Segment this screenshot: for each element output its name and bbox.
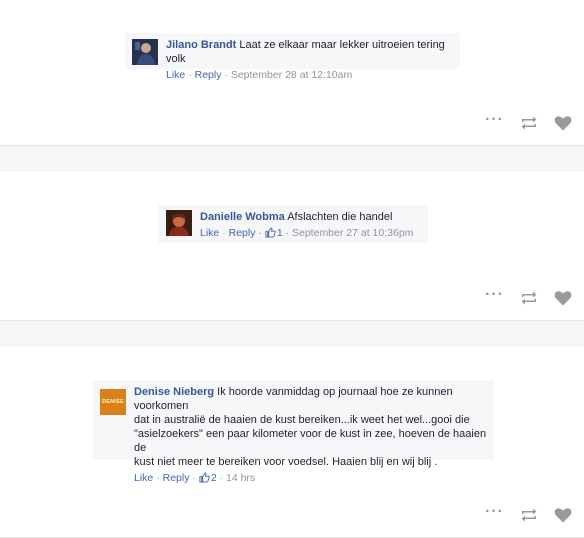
comment-author[interactable]: Denise Nieberg (134, 386, 214, 398)
like-link[interactable]: Like (134, 472, 153, 484)
avatar[interactable] (132, 39, 158, 65)
retweet-icon[interactable] (520, 508, 538, 522)
avatar-text: DENISE (102, 399, 124, 405)
feed-separator (0, 320, 584, 348)
retweet-icon[interactable] (520, 116, 538, 130)
comment-timestamp[interactable]: September 27 at 10:36pm (292, 227, 413, 239)
post-card: Danielle Wobma Afslachten die handel Lik… (0, 172, 584, 320)
comment-text: Afslachten die handel (287, 211, 393, 223)
post-actions: ··· (469, 286, 572, 308)
reply-link[interactable]: Reply (163, 472, 190, 484)
comment-author[interactable]: Danielle Wobma (200, 211, 285, 223)
like-count[interactable]: 1 (265, 227, 283, 239)
more-icon[interactable]: ··· (485, 111, 504, 129)
comment-text-line: kust niet meer te bereiken voor voedsel.… (134, 456, 438, 468)
like-link[interactable]: Like (166, 69, 185, 81)
avatar[interactable] (166, 210, 192, 236)
like-count[interactable]: 2 (199, 472, 217, 484)
thumbs-up-icon (265, 227, 276, 238)
comment-timestamp[interactable]: September 28 at 12:10am (231, 69, 352, 81)
more-icon[interactable]: ··· (485, 503, 504, 521)
avatar[interactable]: DENISE (100, 389, 126, 415)
comment-author[interactable]: Jilano Brandt (166, 39, 236, 51)
comment-text-line: "asielzoekers" een paar kilometer voor d… (134, 428, 487, 454)
more-icon[interactable]: ··· (485, 286, 504, 304)
post-card: Jilano Brandt Laat ze elkaar maar lekker… (0, 0, 584, 145)
comment: DENISE Denise Nieberg Ik hoorde vanmidda… (93, 380, 494, 484)
comment: Danielle Wobma Afslachten die handel Lik… (158, 205, 428, 243)
comment-timestamp[interactable]: 14 hrs (226, 472, 255, 484)
heart-icon[interactable] (554, 290, 572, 306)
like-link[interactable]: Like (200, 227, 219, 239)
post-card: DENISE Denise Nieberg Ik hoorde vanmidda… (0, 347, 584, 538)
heart-icon[interactable] (554, 507, 572, 523)
feed-separator (0, 145, 584, 173)
comment: Jilano Brandt Laat ze elkaar maar lekker… (125, 33, 460, 81)
reply-link[interactable]: Reply (195, 69, 222, 81)
comment-text-line: dat in australië de haaien de kust berei… (134, 414, 470, 426)
post-actions: ··· (469, 503, 572, 525)
reply-link[interactable]: Reply (229, 227, 256, 239)
post-actions: ··· (469, 111, 572, 133)
thumbs-up-icon (199, 472, 210, 483)
retweet-icon[interactable] (520, 291, 538, 305)
heart-icon[interactable] (554, 115, 572, 131)
